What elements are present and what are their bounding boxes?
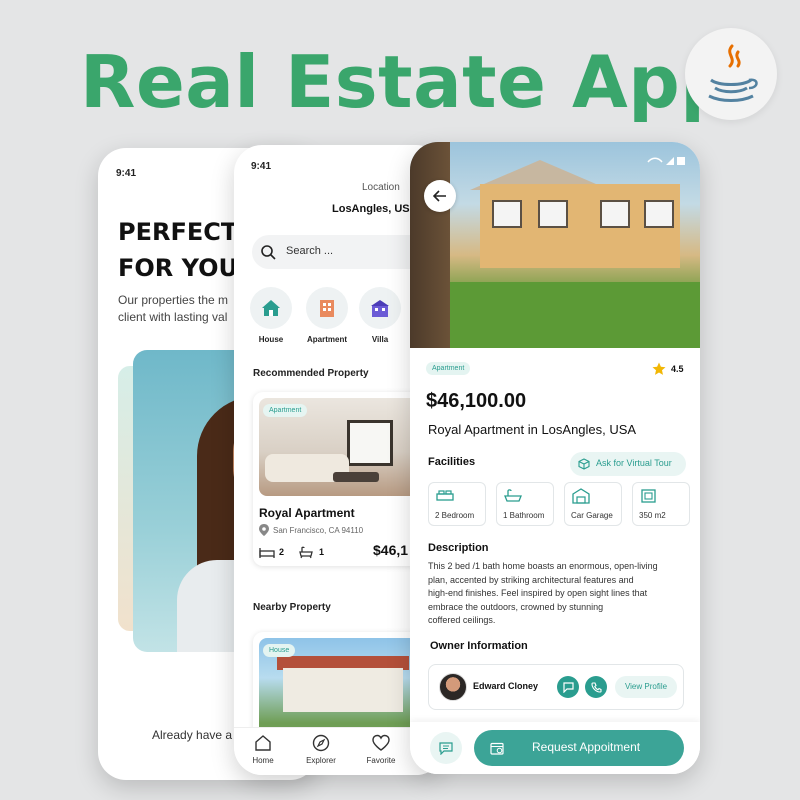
home-icon	[255, 735, 271, 751]
property-details: Apartment 4.5 $46,100.00 Royal Apartment…	[410, 348, 700, 774]
status-bar-icons	[647, 157, 685, 165]
nav-label: Favorite	[366, 756, 396, 765]
villa-icon	[371, 300, 389, 317]
chat-icon	[562, 681, 574, 693]
bathtub-icon	[504, 489, 522, 502]
nav-label: Home	[252, 756, 274, 765]
nav-explorer[interactable]: Explorer	[298, 734, 344, 765]
property-type-badge: Apartment	[426, 362, 471, 375]
owner-name: Edward Cloney	[473, 681, 539, 691]
facilities-title: Facilities	[428, 456, 476, 468]
property-hero-image	[410, 142, 700, 348]
location-pin-icon	[259, 524, 269, 536]
detail-action-bar: Request Appoitment	[410, 722, 700, 774]
virtual-tour-label: Ask for Virtual Tour	[596, 458, 672, 468]
description-title: Description	[428, 542, 489, 554]
location-selector[interactable]: LosAngles, USA	[332, 203, 418, 215]
banner-title: Real Estate App	[80, 40, 733, 124]
recommended-title: Recommended Property	[253, 368, 369, 379]
login-prompt[interactable]: Already have a	[152, 728, 232, 742]
garage-icon	[572, 488, 590, 504]
facility-garage: Car Garage	[564, 482, 622, 526]
rating-value: 4.5	[671, 364, 684, 374]
facility-area: 350 m2	[632, 482, 690, 526]
status-time: 9:41	[251, 161, 272, 172]
bed-count: 2	[279, 547, 285, 557]
chat-button[interactable]	[557, 676, 579, 698]
request-appointment-button[interactable]: Request Appoitment	[474, 730, 684, 766]
property-type-badge: House	[263, 644, 296, 657]
bathtub-icon	[299, 546, 313, 559]
avatar	[439, 673, 467, 701]
category-house[interactable]: House	[248, 287, 294, 344]
bath-count: 1	[319, 547, 325, 557]
view-profile-button[interactable]: View Profile	[615, 676, 677, 698]
arrow-left-icon	[433, 190, 446, 202]
facility-label: 2 Bedroom	[435, 511, 475, 520]
facility-bathroom: 1 Bathroom	[496, 482, 554, 526]
search-placeholder: Search ...	[286, 245, 334, 257]
house-icon	[262, 300, 280, 316]
heart-icon	[372, 734, 390, 751]
owner-card: Edward Cloney View Profile	[428, 664, 684, 710]
facility-bedroom: 2 Bedroom	[428, 482, 486, 526]
owner-title: Owner Information	[430, 640, 528, 652]
java-logo-icon	[685, 28, 777, 120]
nav-favorite[interactable]: Favorite	[358, 734, 404, 765]
category-label: Villa	[371, 335, 389, 344]
property-price: $46,1	[373, 542, 409, 558]
request-appointment-label: Request Appoitment	[532, 740, 641, 754]
property-type-badge: Apartment	[263, 404, 308, 417]
property-name: Royal Apartment	[259, 506, 355, 520]
facility-label: Car Garage	[571, 511, 613, 520]
calendar-icon	[490, 742, 504, 755]
compass-icon	[312, 734, 330, 752]
status-time: 9:41	[116, 168, 137, 179]
back-button[interactable]	[424, 180, 456, 212]
nav-label: Explorer	[306, 756, 336, 765]
category-villa[interactable]: Villa	[357, 287, 403, 344]
property-address: San Francisco, CA 94110	[273, 526, 364, 535]
area-icon	[641, 489, 656, 503]
category-label: House	[258, 335, 284, 344]
facility-label: 350 m2	[639, 511, 666, 520]
facility-label: 1 Bathroom	[503, 511, 545, 520]
category-apartment[interactable]: Apartment	[304, 287, 350, 344]
category-label: Apartment	[306, 335, 347, 344]
phone-icon	[590, 681, 602, 693]
apartment-icon	[320, 300, 334, 317]
description-text: This 2 bed /1 bath home boasts an enormo…	[428, 561, 658, 625]
message-button[interactable]	[430, 732, 462, 764]
bed-icon	[259, 548, 275, 558]
search-icon	[261, 245, 276, 260]
bed-icon	[436, 490, 454, 501]
message-icon	[439, 742, 453, 755]
property-name: Royal Apartment in LosAngles, USA	[428, 422, 637, 437]
cube-icon	[578, 458, 590, 470]
star-icon	[652, 362, 666, 375]
location-label: Location	[362, 182, 400, 193]
nav-home[interactable]: Home	[240, 734, 286, 765]
call-button[interactable]	[585, 676, 607, 698]
nearby-title: Nearby Property	[253, 602, 331, 613]
virtual-tour-button[interactable]: Ask for Virtual Tour	[570, 452, 686, 476]
property-price: $46,100.00	[426, 390, 527, 412]
detail-phone: Apartment 4.5 $46,100.00 Royal Apartment…	[410, 142, 700, 774]
